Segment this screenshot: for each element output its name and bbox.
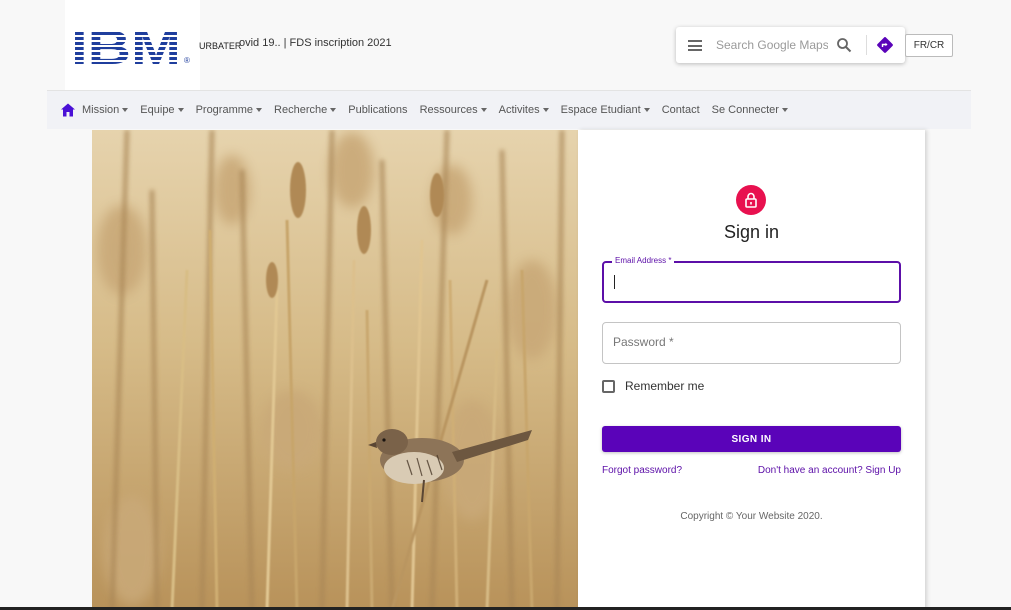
nav-item-recherche[interactable]: Recherche [274,104,337,116]
remember-me-checkbox[interactable] [602,379,615,393]
sparrow-in-reeds-photo [92,130,578,610]
ticker-text-left: URBATER [199,41,242,51]
password-input[interactable] [613,331,883,353]
signin-button[interactable]: SIGN IN [602,426,901,452]
signin-panel: Sign in Email Address * Remember me SIGN… [578,130,925,610]
logo-registered-mark: ® [184,56,190,65]
nav-item-contact[interactable]: Contact [662,104,700,116]
google-maps-search-box [676,27,905,63]
ibm-logo[interactable]: IBM ® [65,0,200,90]
chevron-down-icon [781,108,788,112]
chevron-down-icon [542,108,549,112]
chevron-down-icon [177,108,184,112]
nav-item-activites[interactable]: Activites [499,104,549,116]
home-icon[interactable] [60,102,76,118]
language-toggle-button[interactable]: FR/CR [905,34,953,57]
email-field[interactable]: Email Address * [602,256,901,303]
search-divider [866,35,867,55]
chevron-down-icon [643,108,650,112]
chevron-down-icon [256,108,263,112]
maps-search-input[interactable] [716,36,828,54]
nav-item-ressources[interactable]: Ressources [420,104,487,116]
nav-item-mission[interactable]: Mission [82,104,129,116]
copyright-text: Copyright © Your Website 2020. [680,511,823,522]
main-navbar: Mission Equipe Programme Recherche Publi… [47,91,971,129]
search-icon[interactable] [836,37,852,53]
signup-link[interactable]: Don't have an account? Sign Up [758,465,901,476]
chevron-down-icon [480,108,487,112]
signin-title: Sign in [723,222,780,242]
ticker-text-right: ovid 19.. | FDS inscription 2021 [239,37,392,49]
nav-item-espace-etudiant[interactable]: Espace Etudiant [561,104,650,116]
email-field-label: Email Address * [612,256,675,265]
chevron-down-icon [122,108,129,112]
nav-item-equipe[interactable]: Equipe [140,104,184,116]
remember-me-label[interactable]: Remember me [625,379,704,393]
ibm-logo-mark: IBM [71,22,181,65]
lock-icon [745,192,757,208]
nav-item-se-connecter[interactable]: Se Connecter [712,104,788,116]
hamburger-menu-icon[interactable] [688,40,702,51]
nav-item-programme[interactable]: Programme [196,104,263,116]
password-field[interactable] [602,322,901,364]
email-input[interactable] [614,271,884,293]
directions-icon[interactable] [876,36,894,54]
forgot-password-link[interactable]: Forgot password? [602,465,682,476]
chevron-down-icon [330,108,337,112]
lock-avatar [736,185,766,215]
nav-item-publications[interactable]: Publications [348,104,407,116]
remember-me-row[interactable]: Remember me [602,379,704,393]
